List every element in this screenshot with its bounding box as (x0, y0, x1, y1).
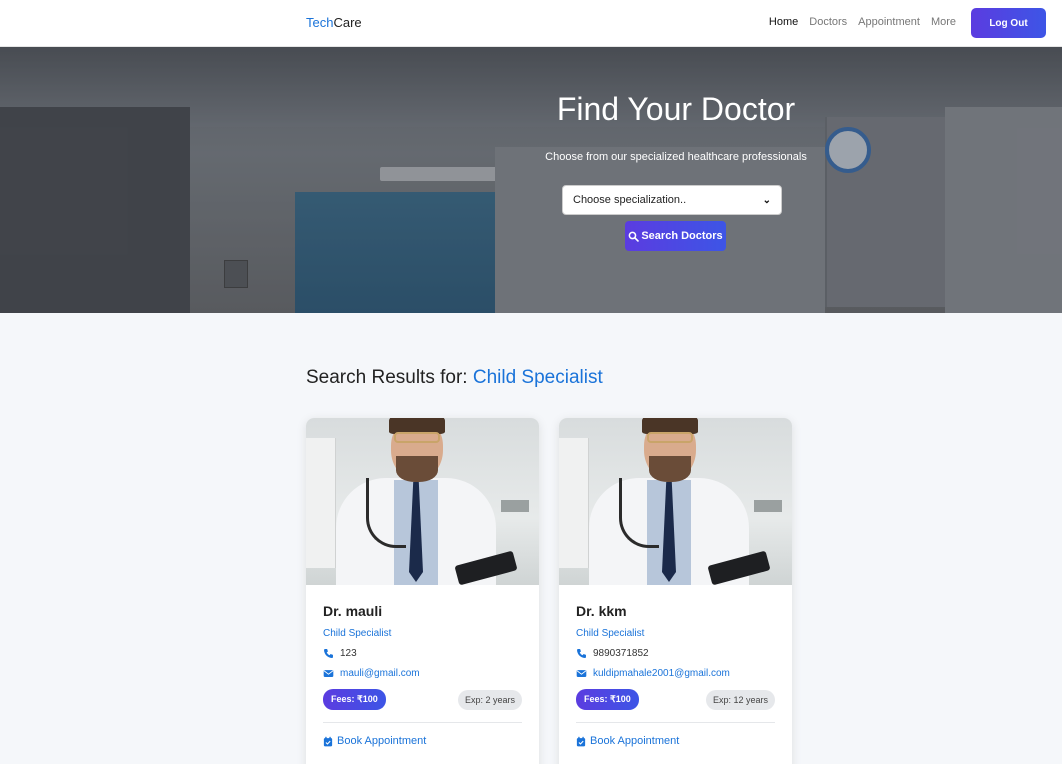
hero-overlay (0, 47, 1062, 313)
navbar: TechCare Home Doctors Appointment More L… (0, 0, 1062, 47)
results-heading: Search Results for: Child Specialist (306, 367, 603, 389)
envelope-icon (576, 670, 587, 677)
doctor-specialization: Child Specialist (576, 628, 645, 639)
doctor-email-link[interactable]: mauli@gmail.com (340, 668, 420, 679)
hero-section: Find Your Doctor Choose from our special… (0, 47, 1062, 313)
results-heading-prefix: Search Results for: (306, 367, 468, 388)
doctor-name: Dr. kkm (576, 603, 627, 619)
nav-link-home[interactable]: Home (769, 16, 798, 28)
nav-link-appointment[interactable]: Appointment (858, 16, 920, 28)
doctor-name: Dr. mauli (323, 603, 383, 619)
brand-part-care: Care (333, 15, 362, 30)
book-appointment-label: Book Appointment (590, 735, 680, 747)
logout-button[interactable]: Log Out (971, 8, 1046, 38)
doctor-card: Dr. mauli Child Specialist 123 mauli@gma… (306, 418, 539, 764)
book-appointment-link[interactable]: Book Appointment (576, 735, 775, 747)
doctor-card: Dr. kkm Child Specialist 9890371852 kuld… (559, 418, 792, 764)
fees-badge: Fees: ₹100 (323, 689, 386, 710)
calendar-check-icon (576, 736, 586, 746)
results-heading-term: Child Specialist (472, 367, 603, 388)
doctor-phone: 123 (340, 648, 357, 659)
specialization-select-value: Choose specialization.. (573, 194, 687, 206)
nav-links: Home Doctors Appointment More (769, 16, 956, 28)
card-divider (323, 722, 522, 723)
doctor-email-row: kuldipmahale2001@gmail.com (576, 668, 775, 679)
doctor-email-link[interactable]: kuldipmahale2001@gmail.com (593, 668, 730, 679)
envelope-icon (323, 670, 334, 677)
hero-title: Find Your Doctor (556, 91, 796, 127)
fees-badge: Fees: ₹100 (576, 689, 639, 710)
brand-part-tech: Tech (306, 15, 334, 30)
nav-link-more[interactable]: More (931, 16, 956, 28)
experience-badge: Exp: 2 years (457, 689, 522, 710)
doctor-badges: Fees: ₹100 Exp: 2 years (323, 689, 522, 710)
phone-icon (577, 649, 586, 658)
doctor-email-row: mauli@gmail.com (323, 668, 522, 679)
search-icon (628, 231, 640, 242)
chevron-down-icon: ⌄ (762, 194, 771, 206)
book-appointment-link[interactable]: Book Appointment (323, 735, 522, 747)
doctor-phone: 9890371852 (593, 648, 649, 659)
doctor-phone-row: 123 (323, 648, 522, 659)
calendar-check-icon (323, 736, 333, 746)
doctor-specialization: Child Specialist (323, 628, 392, 639)
search-doctors-button[interactable]: Search Doctors (625, 221, 726, 251)
brand-logo[interactable]: TechCare (306, 15, 362, 30)
hero-subtitle: Choose from our specialized healthcare p… (545, 151, 807, 163)
doctor-photo (559, 418, 792, 585)
doctor-photo (306, 418, 539, 585)
search-doctors-label: Search Doctors (641, 230, 723, 242)
doctor-phone-row: 9890371852 (576, 648, 775, 659)
specialization-select[interactable]: Choose specialization.. ⌄ (562, 185, 782, 215)
card-divider (576, 722, 775, 723)
book-appointment-label: Book Appointment (337, 735, 427, 747)
phone-icon (324, 649, 333, 658)
experience-badge: Exp: 12 years (705, 689, 775, 710)
nav-link-doctors[interactable]: Doctors (809, 16, 847, 28)
doctor-badges: Fees: ₹100 Exp: 12 years (576, 689, 775, 710)
